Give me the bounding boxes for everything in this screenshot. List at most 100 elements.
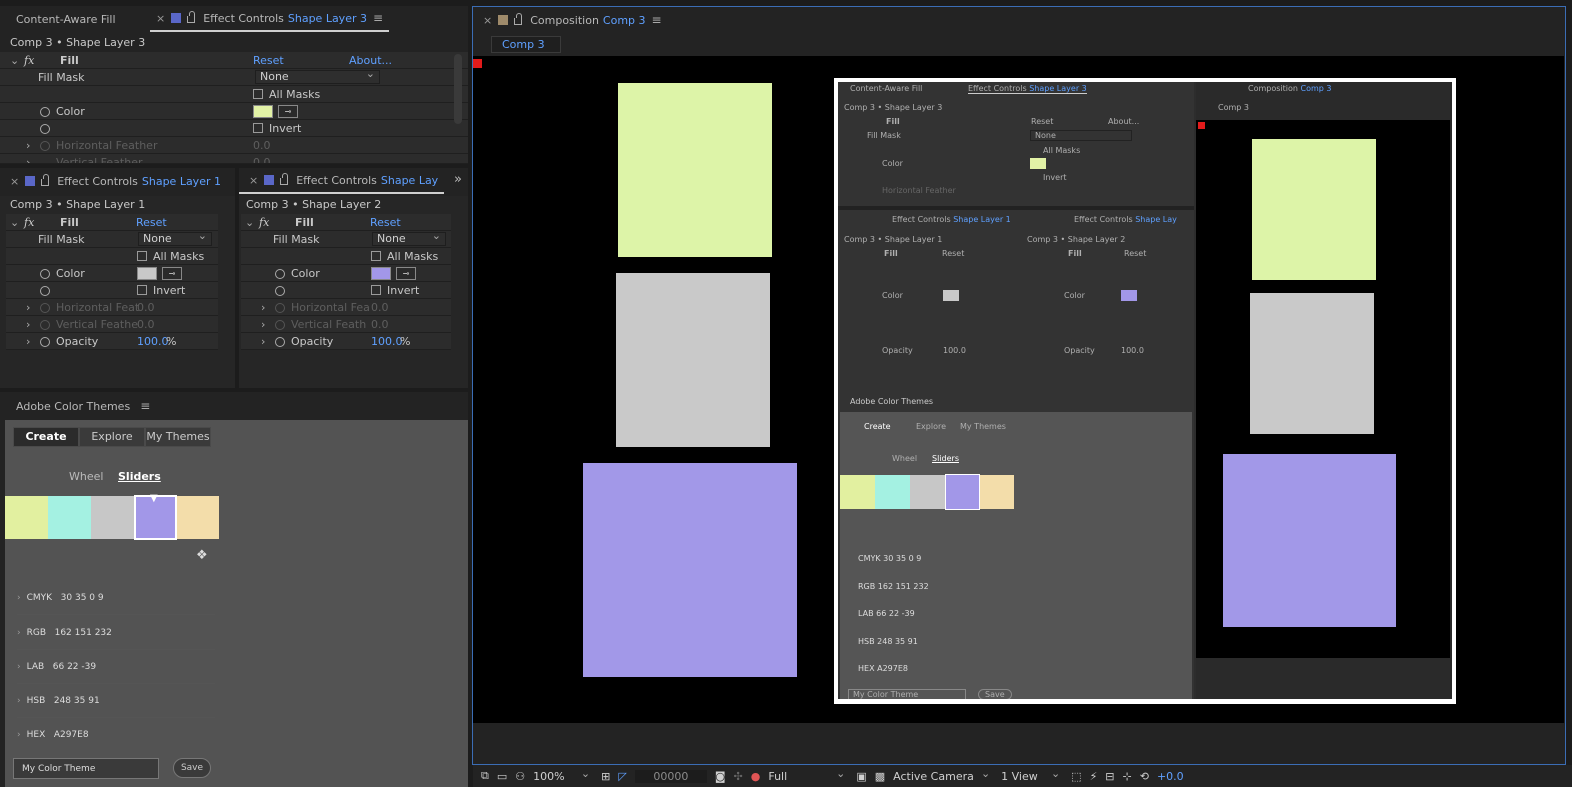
fx-icon[interactable]: fx [259, 214, 269, 231]
tab-adobe-color-themes[interactable]: Adobe Color Themes ≡ [0, 393, 156, 419]
chevron-down-icon[interactable]: ⌄ [10, 52, 19, 69]
invert-checkbox[interactable] [137, 285, 147, 295]
lab-row[interactable]: › LAB 66 22 -39 [17, 650, 215, 684]
chevron-down-icon[interactable]: ⌄ [10, 214, 19, 231]
tab-composition-comp3[interactable]: × Composition Comp 3 ≡ [473, 7, 668, 33]
chevron-right-icon[interactable]: › [261, 316, 265, 333]
color-channels-icon[interactable]: ● [751, 770, 761, 783]
stopwatch-icon[interactable] [40, 337, 50, 347]
toggle-transparency-icon[interactable]: ▩ [875, 770, 885, 783]
theme-swatch-1[interactable] [5, 496, 48, 539]
close-icon[interactable]: × [249, 174, 258, 187]
lock-icon[interactable] [41, 173, 50, 186]
mode-sliders[interactable]: Sliders [118, 470, 161, 483]
panel-menu-icon[interactable]: ≡ [140, 399, 150, 413]
chevron-right-icon[interactable]: › [26, 316, 30, 333]
theme-swatch-4-selected[interactable]: ▼ [134, 493, 177, 540]
eyedropper-icon[interactable]: ⊸ [396, 267, 416, 280]
double-chevron-right-icon[interactable]: » [454, 172, 462, 187]
stopwatch-icon[interactable] [275, 269, 285, 279]
camera-dropdown[interactable]: Active Camera [893, 767, 993, 783]
shape-layer-3-rect[interactable] [618, 83, 772, 257]
tab-effect-controls-layer1[interactable]: × Effect Controls Shape Layer 1 [0, 168, 227, 194]
invert-checkbox[interactable] [253, 123, 263, 133]
fx-icon[interactable]: fx [24, 214, 34, 231]
close-icon[interactable]: × [483, 14, 492, 27]
fx-icon[interactable]: fx [24, 52, 34, 69]
exposure-value[interactable]: +0.0 [1157, 770, 1184, 783]
zoom-dropdown[interactable]: 100% [533, 767, 593, 783]
fill-mask-dropdown[interactable]: None [138, 230, 212, 246]
color-swatch[interactable] [137, 267, 157, 280]
timeline-icon[interactable]: ⊟ [1105, 770, 1114, 783]
theme-swatch-5[interactable] [177, 496, 219, 539]
lock-icon[interactable] [514, 12, 523, 25]
opacity-value[interactable]: 100.0 [371, 333, 403, 350]
shape-layer-1-rect[interactable] [616, 273, 770, 447]
tab-my-themes[interactable]: My Themes [145, 427, 211, 447]
fill-effect-row[interactable]: ⌄ fx Fill Reset [6, 214, 218, 231]
opacity-value[interactable]: 100.0 [137, 333, 169, 350]
chevron-right-icon[interactable]: › [26, 137, 30, 154]
transparency-grid-icon[interactable]: ◸ [618, 770, 626, 783]
fill-mask-dropdown[interactable]: None [255, 68, 380, 84]
stopwatch-icon[interactable] [40, 107, 50, 117]
chevron-down-icon[interactable]: ⌄ [245, 214, 254, 231]
all-masks-checkbox[interactable] [253, 89, 263, 99]
invert-checkbox[interactable] [371, 285, 381, 295]
stopwatch-icon[interactable] [275, 286, 285, 296]
tab-create[interactable]: Create [13, 427, 79, 447]
fill-effect-row[interactable]: ⌄ fx Fill Reset About... [0, 52, 468, 69]
theme-swatch-2[interactable] [48, 496, 91, 539]
region-of-interest-icon[interactable]: ▣ [856, 770, 866, 783]
all-masks-checkbox[interactable] [137, 251, 147, 261]
panel-menu-icon[interactable]: ≡ [652, 13, 662, 27]
tab-effect-controls-layer3[interactable]: × Effect Controls Shape Layer 3 ≡ [150, 6, 390, 32]
always-preview-icon[interactable]: ⧉ [481, 769, 489, 783]
monitor-icon[interactable]: ▭ [497, 770, 507, 783]
stopwatch-icon[interactable] [40, 286, 50, 296]
camera-icon[interactable]: ◙ [715, 770, 726, 783]
tab-explore[interactable]: Explore [79, 427, 145, 447]
fill-mask-dropdown[interactable]: None [372, 230, 446, 246]
mask-visibility-icon[interactable]: ⚇ [515, 770, 525, 783]
fast-previews-icon[interactable]: ⚡ [1090, 770, 1098, 783]
scrollbar[interactable] [454, 54, 462, 124]
flowchart-icon[interactable]: ⊹ [1123, 770, 1132, 783]
stopwatch-icon[interactable] [40, 124, 50, 134]
cmyk-row[interactable]: › CMYK 30 35 0 9 [17, 581, 215, 615]
reset-link[interactable]: Reset [136, 214, 167, 231]
panel-menu-icon[interactable]: ≡ [373, 11, 383, 25]
resolution-dropdown[interactable]: Full [768, 767, 848, 783]
lock-icon[interactable] [187, 10, 196, 23]
reset-exposure-icon[interactable]: ⟲ [1140, 770, 1149, 783]
reset-link[interactable]: Reset [253, 52, 284, 69]
tab-effect-controls-layer2[interactable]: × Effect Controls Shape Lay [239, 168, 445, 194]
comp-subtab[interactable]: Comp 3 [491, 36, 561, 53]
reset-link[interactable]: Reset [370, 214, 401, 231]
color-swatch[interactable] [253, 105, 273, 118]
eyedropper-icon[interactable]: ⊸ [162, 267, 182, 280]
tab-content-aware-fill[interactable]: Content-Aware Fill [0, 6, 150, 32]
all-masks-checkbox[interactable] [371, 251, 381, 261]
view-layout-dropdown[interactable]: 1 View [1001, 767, 1063, 783]
mode-wheel[interactable]: Wheel [69, 470, 103, 483]
chevron-right-icon[interactable]: › [26, 154, 30, 163]
lock-icon[interactable] [280, 172, 289, 185]
fill-effect-row[interactable]: ⌄ fx Fill Reset [241, 214, 451, 231]
save-theme-button[interactable]: Save [173, 758, 211, 778]
show-snapshot-icon[interactable]: ✣ [734, 770, 743, 783]
shape-layer-2-rect[interactable] [583, 463, 797, 677]
chevron-right-icon[interactable]: › [26, 299, 30, 316]
eyedropper-icon[interactable]: ⊸ [278, 105, 298, 118]
close-icon[interactable]: × [10, 175, 19, 188]
hex-row[interactable]: › HEX A297E8 [17, 718, 215, 752]
theme-name-input[interactable] [13, 758, 159, 779]
stopwatch-icon[interactable] [40, 269, 50, 279]
hsb-row[interactable]: › HSB 248 35 91 [17, 684, 215, 718]
timecode[interactable]: 00000 [634, 769, 707, 783]
color-harmony-icon[interactable]: ❖ [196, 548, 208, 563]
rgb-row[interactable]: › RGB 162 151 232 [17, 616, 215, 650]
stopwatch-icon[interactable] [275, 337, 285, 347]
close-icon[interactable]: × [156, 12, 165, 25]
